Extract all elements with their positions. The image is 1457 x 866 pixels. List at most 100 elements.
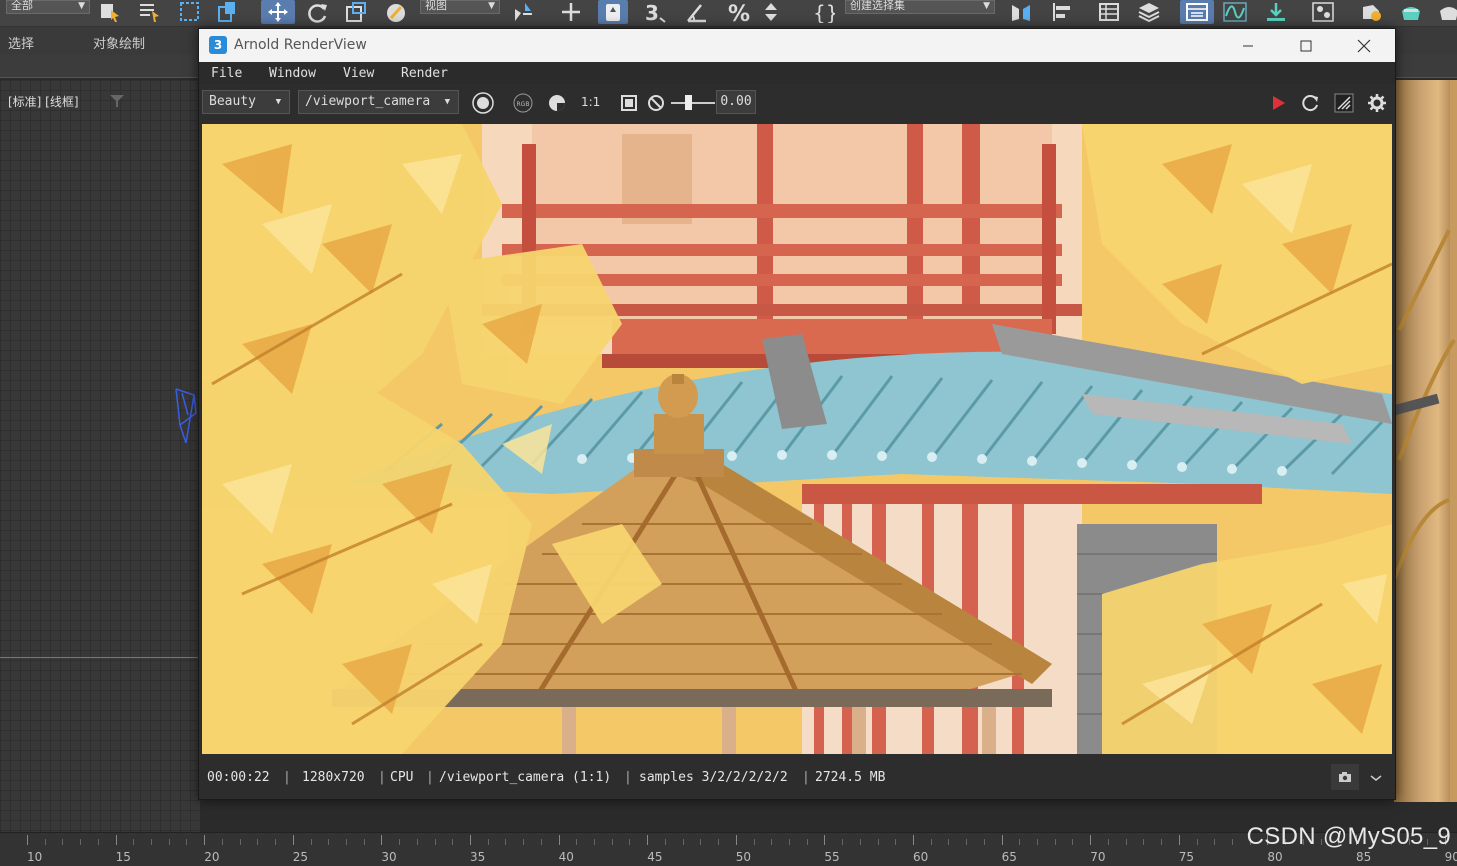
exposure-slider-track[interactable] [671, 102, 715, 104]
render-image[interactable] [202, 124, 1392, 754]
snaps-toggle-icon[interactable]: 3 [642, 0, 668, 24]
ribbon-tab-object-paint[interactable]: 对象绘制 [93, 33, 145, 52]
status-separator: | [802, 770, 810, 785]
timeline-minor-tick [62, 839, 64, 845]
angle-snap-icon[interactable] [684, 0, 710, 24]
rect-selection-icon[interactable] [177, 0, 203, 24]
minimize-button[interactable] [1219, 29, 1277, 62]
status-separator: | [624, 770, 632, 785]
mirror-icon[interactable] [1008, 0, 1034, 24]
material-editor-icon[interactable] [1310, 0, 1336, 24]
timeline-minor-tick [895, 839, 897, 845]
timeline-minor-tick [523, 839, 525, 845]
exposure-value-field[interactable]: 0.00 [716, 90, 756, 114]
reference-coord-dropdown[interactable]: 视图 ▼ [420, 0, 500, 14]
timeline-minor-tick [1231, 839, 1233, 845]
render-setup-icon[interactable] [1358, 0, 1384, 24]
move-icon[interactable] [261, 0, 295, 24]
exposure-icon[interactable] [645, 92, 667, 114]
timeline-tick-label: 25 [292, 850, 309, 864]
render-production-icon[interactable] [1436, 0, 1457, 24]
status-expand-button[interactable] [1369, 768, 1383, 787]
select-manipulate-icon[interactable] [558, 0, 584, 24]
curve-editor-icon[interactable] [1222, 0, 1248, 24]
timeline-minor-tick [966, 839, 968, 845]
lut-icon[interactable] [546, 92, 568, 114]
timeline-tick-label: 20 [204, 850, 220, 864]
named-selection-dropdown[interactable]: 创建选择集 ▼ [845, 0, 995, 14]
snapshot-button[interactable] [1331, 764, 1359, 790]
minimize-icon [1243, 45, 1253, 46]
viewport-label[interactable]: [标准] [线框] [8, 93, 79, 110]
timeline-tick [1178, 835, 1180, 845]
timeline-tick-label: 30 [381, 850, 397, 864]
timeline-minor-tick [611, 839, 613, 845]
menu-file[interactable]: File [211, 66, 242, 81]
time-slider-track[interactable]: 10 15 20 25 30 35 40 45 50 55 60 65 70 75 80 85 90 [0, 832, 1457, 866]
exposure-slider-thumb[interactable] [685, 95, 692, 110]
maximize-button[interactable] [1277, 29, 1335, 62]
region-crop-icon[interactable] [618, 92, 640, 114]
close-button[interactable] [1335, 29, 1393, 62]
timeline-minor-tick [948, 839, 950, 845]
camera-dropdown[interactable]: /viewport_camera ▼ [298, 90, 459, 114]
menu-view[interactable]: View [343, 66, 374, 81]
left-viewport[interactable]: [标准] [线框] [0, 80, 200, 832]
timeline-tick-label: 75 [1178, 850, 1195, 864]
place-icon[interactable] [383, 0, 409, 24]
keyboard-shortcut-override-icon[interactable] [598, 0, 628, 24]
toggle-ribbon-icon[interactable] [1180, 0, 1214, 24]
aov-value: Beauty [209, 94, 256, 109]
timeline-minor-tick [257, 839, 259, 845]
timeline-tick [381, 835, 383, 845]
render-play-icon[interactable] [1267, 92, 1289, 114]
percent-snap-icon[interactable]: % [726, 0, 752, 24]
menu-render[interactable]: Render [401, 66, 448, 81]
background-viewport-strip [1394, 80, 1457, 802]
timeline-minor-tick [806, 839, 808, 845]
window-titlebar[interactable]: 3 Arnold RenderView [199, 29, 1395, 62]
aov-dropdown[interactable]: Beauty ▼ [202, 90, 290, 114]
spinner-snap-icon[interactable] [758, 0, 784, 24]
ribbon-tab-selection[interactable]: 选择 [8, 33, 34, 52]
display-channel-icon[interactable] [472, 92, 494, 114]
select-by-name-icon[interactable] [137, 0, 163, 24]
selection-filter-value: 全部 [11, 0, 33, 12]
camera-wireframe-icon[interactable] [172, 385, 200, 449]
rotate-icon[interactable] [305, 0, 331, 24]
pivot-icon[interactable] [510, 0, 536, 24]
timeline-minor-tick [682, 839, 684, 845]
filter-icon[interactable] [110, 92, 124, 111]
timeline-minor-tick [1072, 839, 1074, 845]
timeline-minor-tick [186, 839, 188, 845]
timeline-minor-tick [1143, 839, 1145, 845]
scene-explorer-icon[interactable] [1096, 0, 1122, 24]
status-separator: | [378, 770, 386, 785]
menu-window[interactable]: Window [269, 66, 316, 81]
scale-icon[interactable] [343, 0, 369, 24]
layer-explorer-icon[interactable] [1136, 0, 1162, 24]
settings-gear-icon[interactable] [1366, 92, 1388, 114]
refresh-render-icon[interactable] [1300, 92, 1322, 114]
chevron-down-icon: ▼ [983, 1, 990, 11]
ratio-button[interactable]: 1:1 [581, 95, 600, 109]
timeline-minor-tick [859, 839, 861, 845]
chevron-down-icon: ▼ [78, 1, 85, 11]
timeline-tick [470, 835, 471, 845]
timeline-minor-tick [983, 839, 985, 845]
debug-shading-icon[interactable] [1333, 92, 1355, 114]
edit-named-selection-icon[interactable]: {} [810, 0, 836, 24]
timeline-minor-tick [1019, 839, 1021, 845]
selection-filter-dropdown[interactable]: 全部 ▼ [6, 0, 90, 14]
rendered-frame-window-icon[interactable] [1398, 0, 1424, 24]
reference-coord-value: 视图 [425, 0, 447, 12]
chevron-down-icon: ▼ [488, 1, 495, 11]
align-icon[interactable] [1048, 0, 1074, 24]
named-selection-value: 创建选择集 [850, 0, 905, 12]
window-crossing-icon[interactable] [215, 0, 241, 24]
schematic-view-icon[interactable] [1263, 0, 1289, 24]
camera-value: /viewport_camera [305, 94, 431, 109]
rgb-channel-icon[interactable]: RGB [512, 92, 534, 114]
select-object-icon[interactable] [97, 0, 123, 24]
timeline-minor-tick [594, 839, 596, 845]
